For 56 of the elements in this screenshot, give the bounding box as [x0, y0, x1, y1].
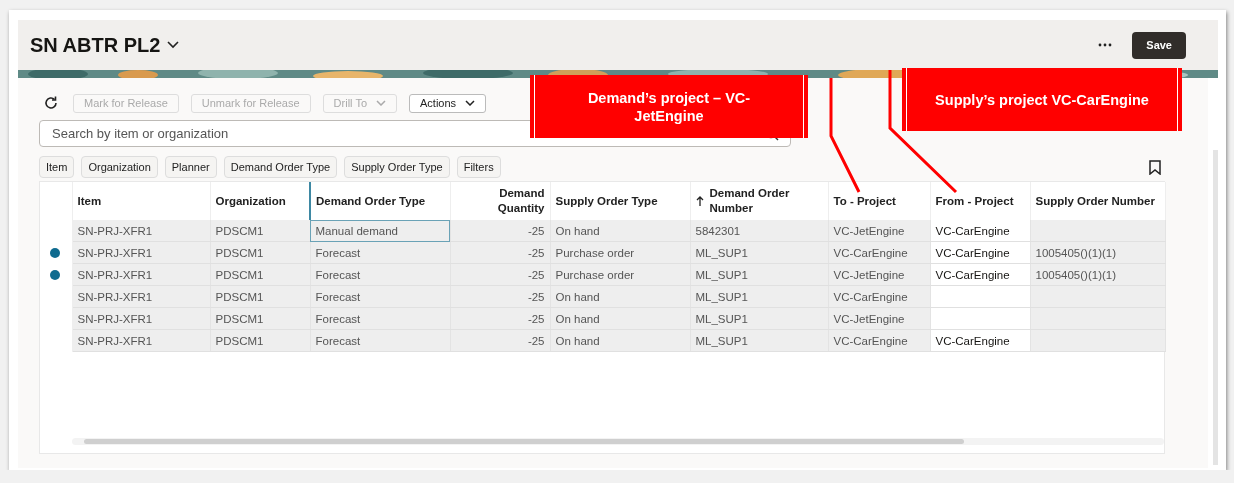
table-cell: ML_SUP1	[690, 329, 828, 352]
table-cell: ML_SUP1	[690, 285, 828, 308]
column-header[interactable]: Supply Order Number	[1030, 182, 1165, 220]
table-cell: On hand	[550, 307, 690, 330]
callout-text: Supply’s project VC-CarEngine	[934, 90, 1150, 109]
column-header[interactable]: Item	[72, 182, 210, 220]
table-cell: Forecast	[310, 263, 450, 286]
more-icon[interactable]	[1098, 43, 1113, 47]
table-cell: SN-PRJ-XFR1	[72, 329, 210, 352]
filter-chip[interactable]: Organization	[81, 156, 158, 178]
table-cell: ML_SUP1	[690, 263, 828, 286]
column-header[interactable]: To - Project	[828, 182, 930, 220]
filter-chip[interactable]: Item	[39, 156, 75, 178]
refresh-icon[interactable]	[43, 95, 59, 111]
table-cell: SN-PRJ-XFR1	[72, 241, 210, 264]
save-button[interactable]: Save	[1132, 31, 1186, 59]
table-cell: Forecast	[310, 241, 450, 264]
column-header[interactable]: Demand Quantity	[450, 182, 550, 220]
filter-chip[interactable]: Filters	[456, 156, 501, 178]
table-cell: ML_SUP1	[690, 241, 828, 264]
table-cell: On hand	[550, 220, 690, 242]
table-cell: On hand	[550, 329, 690, 352]
table-cell: -25	[450, 220, 550, 242]
table-cell: Purchase order	[550, 241, 690, 264]
table-cell: Forecast	[310, 329, 450, 352]
column-header[interactable]: From - Project	[930, 182, 1030, 220]
filter-chip[interactable]: Demand Order Type	[223, 156, 338, 178]
chevron-down-icon	[376, 100, 386, 106]
table-cell: Purchase order	[550, 263, 690, 286]
table-cell: SN-PRJ-XFR1	[72, 220, 210, 242]
table-cell: Forecast	[310, 307, 450, 330]
page-title: SN ABTR PL2	[30, 33, 161, 57]
table-cell: Forecast	[310, 285, 450, 308]
horizontal-scrollbar[interactable]	[72, 438, 1164, 445]
filter-chip[interactable]: Supply Order Type	[344, 156, 450, 178]
menu-button[interactable]: Actions	[409, 93, 487, 113]
table-cell: 5842301	[690, 220, 828, 242]
filter-chip[interactable]: Planner	[164, 156, 217, 178]
arrow-up-icon	[695, 195, 704, 207]
chevron-down-icon[interactable]	[167, 41, 180, 49]
column-header[interactable]: Demand Order Number	[690, 182, 828, 220]
vertical-scrollbar[interactable]	[1213, 150, 1218, 465]
table-cell: VC-JetEngine	[828, 220, 930, 242]
table-cell[interactable]: Manual demand	[310, 220, 450, 242]
table-cell: VC-CarEngine	[930, 220, 1030, 242]
table-cell: PDSCM1	[210, 220, 310, 242]
table-cell: SN-PRJ-XFR1	[72, 263, 210, 286]
column-header[interactable]: Organization	[210, 182, 310, 220]
chevron-down-icon	[465, 100, 476, 106]
table-cell: SN-PRJ-XFR1	[72, 307, 210, 330]
table-cell: SN-PRJ-XFR1	[72, 285, 210, 308]
column-header[interactable]: Demand Order Type	[310, 182, 450, 220]
table-cell: ML_SUP1	[690, 307, 828, 330]
table-cell: On hand	[550, 285, 690, 308]
bookmark-icon[interactable]	[1149, 159, 1161, 175]
column-header[interactable]: Supply Order Type	[550, 182, 690, 220]
